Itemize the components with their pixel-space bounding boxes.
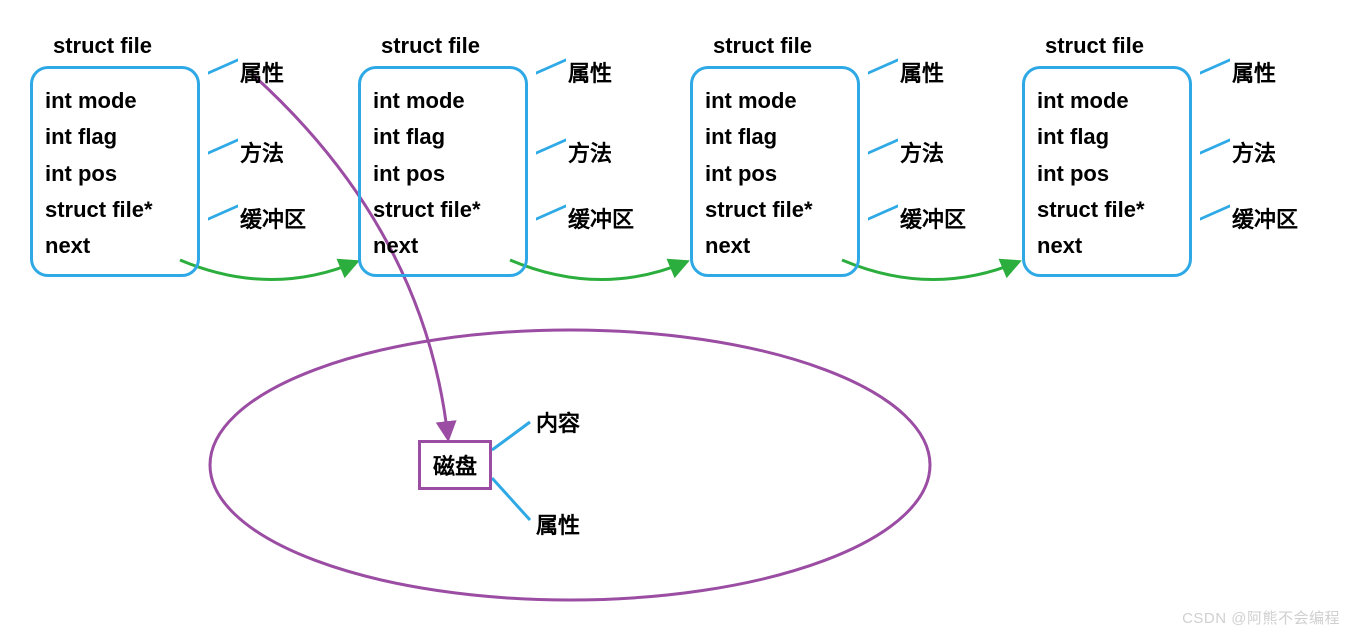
field-flag: int flag (705, 119, 845, 155)
field-next: struct file* next (373, 192, 513, 265)
tag-buffer-2: 缓冲区 (536, 202, 634, 234)
disk-content-label: 内容 (536, 406, 580, 438)
tag-method-2: 方法 (536, 136, 612, 168)
field-next: struct file* next (45, 192, 185, 265)
field-mode: int mode (373, 83, 513, 119)
field-flag: int flag (1037, 119, 1177, 155)
field-pos: int pos (1037, 156, 1177, 192)
struct-node-2: struct file int mode int flag int pos st… (358, 66, 528, 277)
field-mode: int mode (1037, 83, 1177, 119)
tag-attr-4: 属性 (1200, 56, 1276, 88)
struct-title: struct file (1045, 33, 1144, 59)
struct-node-1: struct file int mode int flag int pos st… (30, 66, 200, 277)
tag-buffer-1: 缓冲区 (208, 202, 306, 234)
tag-buffer-3: 缓冲区 (868, 202, 966, 234)
disk-attr-label: 属性 (536, 508, 580, 540)
field-next: struct file* next (1037, 192, 1177, 265)
field-flag: int flag (373, 119, 513, 155)
field-next: struct file* next (705, 192, 845, 265)
tag-attr-1: 属性 (208, 56, 284, 88)
field-flag: int flag (45, 119, 185, 155)
struct-title: struct file (713, 33, 812, 59)
struct-title: struct file (53, 33, 152, 59)
tag-attr-2: 属性 (536, 56, 612, 88)
field-mode: int mode (705, 83, 845, 119)
tag-method-1: 方法 (208, 136, 284, 168)
tag-buffer-4: 缓冲区 (1200, 202, 1298, 234)
field-pos: int pos (373, 156, 513, 192)
field-pos: int pos (705, 156, 845, 192)
struct-node-4: struct file int mode int flag int pos st… (1022, 66, 1192, 277)
field-pos: int pos (45, 156, 185, 192)
disk-label: 磁盘 (433, 449, 477, 481)
tag-method-3: 方法 (868, 136, 944, 168)
watermark: CSDN @阿熊不会编程 (1182, 607, 1340, 628)
struct-node-3: struct file int mode int flag int pos st… (690, 66, 860, 277)
field-mode: int mode (45, 83, 185, 119)
tag-attr-3: 属性 (868, 56, 944, 88)
struct-title: struct file (381, 33, 480, 59)
tag-method-4: 方法 (1200, 136, 1276, 168)
disk-box: 磁盘 (418, 440, 492, 490)
